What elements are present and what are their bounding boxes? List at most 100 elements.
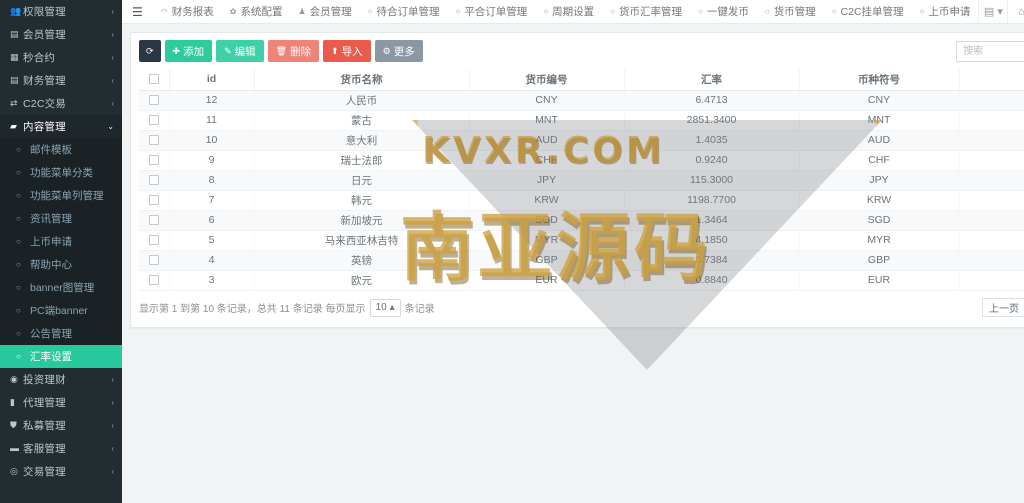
more-button-label: 更多 [393,45,415,58]
sidebar-item-内容管理[interactable]: ▰ 内容管理 ⌄ [0,115,122,138]
top-nav-item-会员管理[interactable]: ♟ 会员管理 [290,0,359,23]
sidebar-top-group: 👥 权限管理 ‹ ▤ 会员管理 ‹ ▦ 秒合约 ‹ ▤ 财务管理 ‹ ⇄ C2C交易 ‹ ▰ 内容管理 ⌄ [0,0,122,138]
sidebar-subitem-功能菜单分类[interactable]: ○ 功能菜单分类 [0,161,122,184]
table-row[interactable]: 3欧元EUR0.8840EUR✎🗑 [139,270,1024,291]
top-nav-item-财务报表[interactable]: ◠ 财务报表 [153,0,222,23]
top-nav-item-上币申请[interactable]: ○ 上币申请 [912,0,979,23]
top-nav-item-货币汇率管理[interactable]: ○ 货币汇率管理 [602,0,690,23]
table-row[interactable]: 10意大利AUD1.4035AUD✎🗑 [139,130,1024,151]
sidebar-item-C2C交易[interactable]: ⇄ C2C交易 ‹ [0,92,122,115]
sidebar-subitem-帮助中心[interactable]: ○ 帮助中心 [0,253,122,276]
sidebar-item-秒合约[interactable]: ▦ 秒合约 ‹ [0,46,122,69]
circle-icon: ○ [16,168,21,177]
table-row[interactable]: 9瑞士法郎CHF0.9240CHF✎🗑 [139,150,1024,171]
sidebar-subitem-邮件模板[interactable]: ○ 邮件模板 [0,138,122,161]
top-nav-item-C2C挂单管理[interactable]: ○ C2C挂单管理 [824,0,912,23]
cell-actions: ✎🗑 [959,270,1024,291]
cell-symbol: AUD [799,130,960,151]
sidebar-subitem-label: 帮助中心 [30,259,72,271]
row-checkbox[interactable] [148,175,159,186]
sidebar-item-财务管理[interactable]: ▤ 财务管理 ‹ [0,69,122,92]
col-id[interactable]: id [169,69,255,91]
table-row[interactable]: 8日元JPY115.3000JPY✎🗑 [139,170,1024,191]
col-actions: 操作 [959,69,1024,91]
table-row[interactable]: 7韩元KRW1198.7700KRW✎🗑 [139,190,1024,211]
row-checkbox[interactable] [148,235,159,246]
cell-symbol: KRW [799,190,960,211]
sidebar-item-权限管理[interactable]: 👥 权限管理 ‹ [0,0,122,23]
col-rate[interactable]: 汇率 [624,69,800,91]
sidebar-item-交易管理[interactable]: ◎ 交易管理 ‹ [0,460,122,483]
table-row[interactable]: 12人民币CNY6.4713CNY✎🗑 [139,90,1024,111]
search-input[interactable] [956,40,1024,62]
cell-rate: 1.4035 [624,130,800,151]
sidebar-item-代理管理[interactable]: ▮ 代理管理 ‹ [0,391,122,414]
table-row[interactable]: 5马来西亚林吉特MYR4.1850MYR✎🗑 [139,230,1024,251]
sidebar-subitem-功能菜单列管理[interactable]: ○ 功能菜单列管理 [0,184,122,207]
cell-rate: 0.9240 [624,150,800,171]
row-checkbox[interactable] [148,155,159,166]
table-row[interactable]: 6新加坡元SGD1.3464SGD✎🗑 [139,210,1024,231]
row-checkbox[interactable] [148,215,159,226]
add-button[interactable]: ✚ 添加 [164,40,213,62]
tab-list-icon[interactable]: ▤ ▾ [978,0,1009,23]
top-nav-item-待合订单管理[interactable]: ○ 待合订单管理 [360,0,448,23]
edit-button[interactable]: ✎ 编辑 [216,40,264,62]
top-nav-item-系统配置[interactable]: ✿ 系统配置 [222,0,291,23]
select-all-checkbox[interactable] [148,74,159,85]
home-icon[interactable]: ⌂ [1008,0,1024,23]
cell-actions: ✎🗑 [959,170,1024,191]
top-nav-item-周期设置[interactable]: ○ 周期设置 [535,0,602,23]
cell-currency-name: 人民币 [254,90,470,111]
row-checkbox[interactable] [148,135,159,146]
list-icon: ▤ [10,29,19,39]
table-row[interactable]: 4英镑GBP0.7384GBP✎🗑 [139,250,1024,271]
row-checkbox[interactable] [148,115,159,126]
top-nav-item-一键发币[interactable]: ○ 一键发币 [690,0,757,23]
table-row[interactable]: 11蒙古MNT2851.3400MNT✎🗑 [139,110,1024,131]
row-checkbox[interactable] [148,275,159,286]
sidebar-subitem-公告管理[interactable]: ○ 公告管理 [0,322,122,345]
sidebar-subitem-上币申请[interactable]: ○ 上币申请 [0,230,122,253]
chevron-left-icon: ‹ [111,444,114,453]
import-button[interactable]: ⬆ 导入 [323,40,371,62]
cell-id: 9 [169,150,255,171]
admin-page: 👥 权限管理 ‹ ▤ 会员管理 ‹ ▦ 秒合约 ‹ ▤ 财务管理 ‹ ⇄ C2C交易 ‹ ▰ 内容管理 ⌄ ○ 邮件… [0,0,1024,503]
cell-symbol: CNY [799,90,960,111]
sidebar-item-label: 客服管理 [23,443,66,455]
sidebar-subitem-label: 功能菜单分类 [30,167,93,179]
sidebar-subitem-汇率设置[interactable]: ○ 汇率设置 [0,345,122,368]
cell-currency-name: 马来西亚林吉特 [254,230,470,251]
more-button[interactable]: ⚙ 更多 [374,40,423,62]
sidebar-toggle-icon[interactable]: ☰ [122,5,153,19]
shield-icon: ⛊ [10,420,17,430]
col-currency-name[interactable]: 货币名称 [254,69,470,91]
edit-button-label: 编辑 [234,45,256,58]
col-currency-code[interactable]: 货币编号 [469,69,625,91]
row-checkbox[interactable] [148,195,159,206]
sidebar-item-私募管理[interactable]: ⛊ 私募管理 ‹ [0,414,122,437]
circle-icon: ○ [16,329,21,338]
page-size-select[interactable]: 10 ▴ [369,298,401,317]
delete-button[interactable]: 🗑 删除 [267,40,320,62]
col-symbol[interactable]: 币种符号 [799,69,960,91]
row-checkbox[interactable] [148,95,159,106]
row-checkbox[interactable] [148,255,159,266]
top-nav-item-货币管理[interactable]: ○ 货币管理 [757,0,824,23]
chevron-left-icon: ‹ [111,467,114,476]
top-nav-item-label: 一键发币 [706,6,749,18]
sidebar-subitem-资讯管理[interactable]: ○ 资讯管理 [0,207,122,230]
cell-id: 3 [169,270,255,291]
prev-page-button[interactable]: 上一页 [982,298,1024,317]
circle-icon: ○ [16,283,21,292]
sidebar-subitem-PC端banner[interactable]: ○ PC端banner [0,299,122,322]
cell-rate: 1198.7700 [624,190,800,211]
refresh-button[interactable]: ⟳ [139,40,161,62]
sidebar-item-客服管理[interactable]: ▬ 客服管理 ‹ [0,437,122,460]
cell-id: 8 [169,170,255,191]
sidebar-item-会员管理[interactable]: ▤ 会员管理 ‹ [0,23,122,46]
sidebar-item-投资理财[interactable]: ◉ 投资理财 ‹ [0,368,122,391]
sidebar-subitem-banner图管理[interactable]: ○ banner图管理 [0,276,122,299]
top-nav-item-平合订单管理[interactable]: ○ 平合订单管理 [447,0,535,23]
circle-icon: ○ [919,7,925,16]
